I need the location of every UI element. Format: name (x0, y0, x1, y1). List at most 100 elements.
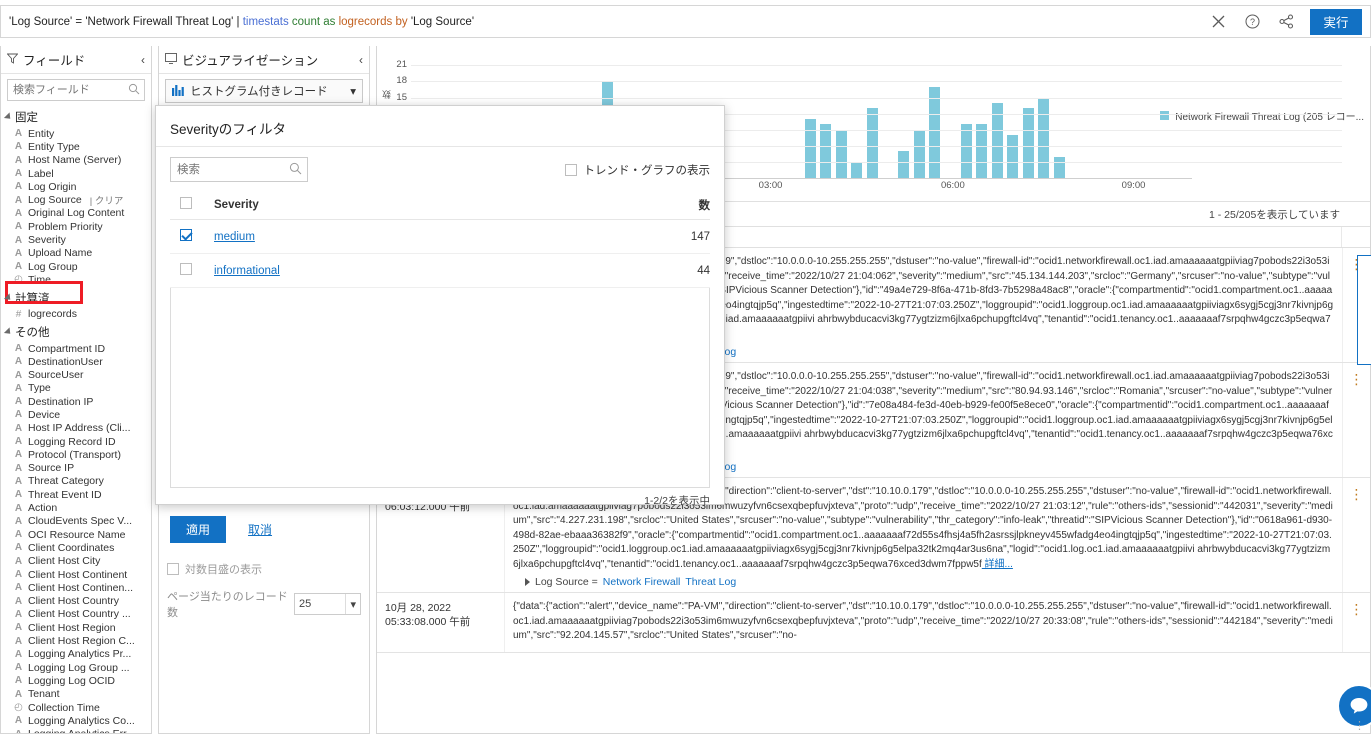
chart-bar-slot[interactable] (880, 60, 896, 178)
chart-bar-slot[interactable] (849, 60, 865, 178)
record-details-link[interactable]: 詳細... (982, 559, 1013, 570)
chevron-left-icon[interactable]: ‹ (359, 53, 363, 67)
severity-row-checkbox-cell[interactable] (170, 263, 214, 278)
chart-bar-slot[interactable] (1005, 60, 1021, 178)
field-item[interactable]: ◴Time (1, 273, 151, 286)
share-icon[interactable] (1276, 12, 1296, 32)
field-item[interactable]: AClient Coordinates (1, 541, 151, 554)
chart-bar[interactable] (1054, 157, 1065, 178)
right-edge-tab[interactable] (1357, 255, 1371, 365)
field-item[interactable]: ALog Origin (1, 180, 151, 193)
chart-bar-slot[interactable] (989, 60, 1005, 178)
records-per-page-select[interactable]: 25 ▾ (294, 593, 361, 615)
field-item[interactable]: ADevice (1, 408, 151, 421)
field-item[interactable]: AClient Host Country (1, 595, 151, 608)
chart-bar-slot[interactable] (1021, 60, 1037, 178)
chart-bar[interactable] (867, 108, 878, 178)
field-item[interactable]: AClient Host Country ... (1, 608, 151, 621)
field-item[interactable]: AThreat Category (1, 475, 151, 488)
chart-bar-slot[interactable] (740, 60, 756, 178)
field-item[interactable]: AClient Host Continent (1, 568, 151, 581)
chart-bar[interactable] (929, 87, 940, 178)
chart-bar[interactable] (836, 130, 847, 178)
chart-bar[interactable] (1023, 108, 1034, 178)
field-item[interactable]: AClient Host City (1, 555, 151, 568)
dialog-search-input[interactable] (171, 158, 307, 181)
chart-bar-slot[interactable] (1098, 60, 1114, 178)
field-item[interactable]: ALabel (1, 167, 151, 180)
field-item[interactable]: ACloudEvents Spec V... (1, 515, 151, 528)
field-item[interactable]: ALogging Analytics Co... (1, 714, 151, 727)
severity-row-checkbox-cell[interactable] (170, 229, 214, 244)
chart-bar[interactable] (898, 151, 909, 178)
visualization-type-select[interactable]: ヒストグラム付きレコード ▾ (165, 79, 363, 103)
field-item[interactable]: ADestination IP (1, 395, 151, 408)
chevron-left-icon[interactable]: ‹ (141, 53, 145, 67)
field-item[interactable]: ALogging Analytics Err... (1, 727, 151, 733)
run-query-button[interactable]: 実行 (1310, 9, 1362, 35)
chart-bar-slot[interactable] (943, 60, 959, 178)
chart-bar-slot[interactable] (912, 60, 928, 178)
chart-bar[interactable] (914, 130, 925, 178)
severity-value-row[interactable]: medium147 (170, 220, 710, 254)
chart-bar-slot[interactable] (1036, 60, 1052, 178)
chart-bar-slot[interactable] (1114, 60, 1130, 178)
field-item[interactable]: ASource IP (1, 462, 151, 475)
chart-bar-slot[interactable] (802, 60, 818, 178)
fields-search-box[interactable] (7, 79, 145, 101)
field-item[interactable]: AHost Name (Server) (1, 154, 151, 167)
chart-bar-slot[interactable] (771, 60, 787, 178)
field-item[interactable]: AOCI Resource Name (1, 528, 151, 541)
chart-bar-slot[interactable] (756, 60, 772, 178)
field-item[interactable]: AEntity (1, 127, 151, 140)
select-all-cell[interactable] (170, 197, 214, 212)
field-group-0[interactable]: 固定 (1, 106, 151, 127)
chart-bar-slot[interactable] (974, 60, 990, 178)
chart-bar-slot[interactable] (1052, 60, 1068, 178)
field-item[interactable]: AUpload Name (1, 247, 151, 260)
field-item[interactable]: ADestinationUser (1, 355, 151, 368)
field-item[interactable]: AHost IP Address (Cli... (1, 422, 151, 435)
chart-bar-slot[interactable] (1130, 60, 1146, 178)
fields-search-input[interactable] (8, 80, 144, 100)
field-item[interactable]: ALogging Log OCID (1, 674, 151, 687)
chart-bar[interactable] (1038, 98, 1049, 178)
cancel-link[interactable]: 取消 (248, 521, 272, 538)
severity-value-link[interactable]: informational (214, 265, 280, 277)
field-item[interactable]: ALogging Analytics Pr... (1, 648, 151, 661)
field-item[interactable]: AThreat Event ID (1, 488, 151, 501)
record-log-source-value-a[interactable]: Network Firewall (603, 576, 681, 588)
chart-bar[interactable] (851, 162, 862, 178)
chart-bar-slot[interactable] (787, 60, 803, 178)
close-icon[interactable] (1208, 12, 1228, 32)
log-scale-checkbox[interactable] (167, 563, 179, 575)
chart-bar-slot[interactable] (834, 60, 850, 178)
field-item[interactable]: AClient Host Region (1, 621, 151, 634)
chart-bar-slot[interactable] (1067, 60, 1083, 178)
field-item[interactable]: ASeverity (1, 233, 151, 246)
severity-value-link[interactable]: medium (214, 231, 255, 243)
field-item[interactable]: AProtocol (Transport) (1, 448, 151, 461)
dialog-search-box[interactable] (170, 157, 308, 182)
field-item[interactable]: AClient Host Region C... (1, 634, 151, 647)
field-group-2[interactable]: その他 (1, 321, 151, 342)
chart-bar-slot[interactable] (958, 60, 974, 178)
field-item[interactable]: AClient Host Continen... (1, 581, 151, 594)
field-clear-action[interactable]: | クリア (90, 193, 124, 207)
log-scale-option[interactable]: 対数目盛の表示 (167, 558, 361, 580)
field-item[interactable]: ALog Group (1, 260, 151, 273)
severity-row-checkbox[interactable] (180, 229, 192, 241)
field-item[interactable]: ALogging Log Group ... (1, 661, 151, 674)
fab-drag-handle[interactable]: ⋮ (1354, 719, 1365, 732)
record-log-source-value-b[interactable]: Threat Log (685, 576, 736, 588)
chart-bar-slot[interactable] (725, 60, 741, 178)
field-item[interactable]: ACompartment ID (1, 342, 151, 355)
chart-bar-slot[interactable] (927, 60, 943, 178)
field-item[interactable]: AAction (1, 501, 151, 514)
chart-bar-slot[interactable] (865, 60, 881, 178)
chart-bar[interactable] (820, 124, 831, 178)
field-item[interactable]: AProblem Priority (1, 220, 151, 233)
chart-bar-slot[interactable] (818, 60, 834, 178)
select-all-checkbox[interactable] (180, 197, 192, 209)
chart-bar[interactable] (961, 124, 972, 178)
